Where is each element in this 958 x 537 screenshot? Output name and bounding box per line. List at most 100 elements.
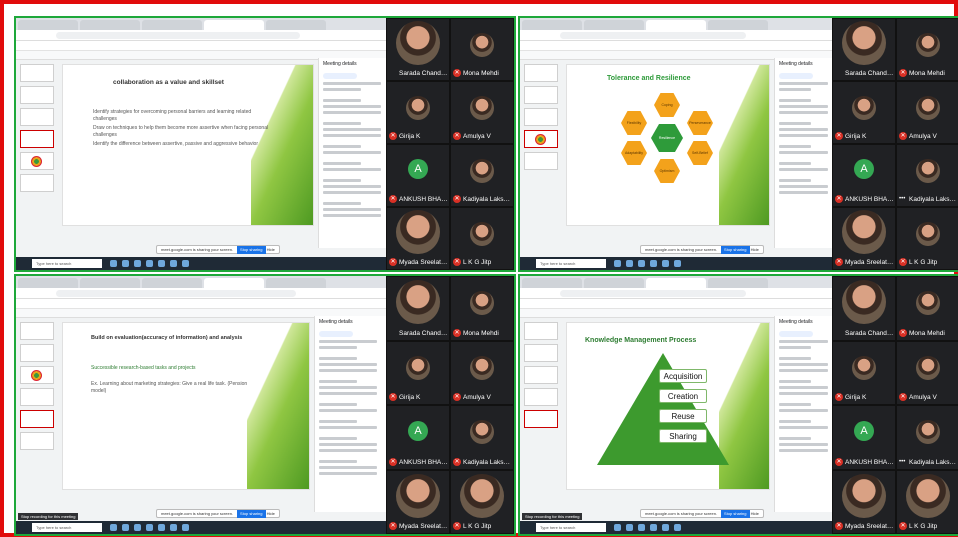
- browser-tab[interactable]: [266, 278, 326, 288]
- participant-tile[interactable]: ✕ L K G Jitp: [450, 207, 514, 270]
- slide-thumbnail[interactable]: [20, 432, 54, 450]
- browser-tab-active[interactable]: [204, 20, 264, 30]
- browser-tab[interactable]: [522, 20, 582, 30]
- participant-tile[interactable]: ✕ L K G Jitp: [450, 469, 514, 534]
- browser-tab[interactable]: [142, 20, 202, 30]
- stop-sharing-button[interactable]: Stop sharing: [237, 246, 266, 254]
- recording-notice[interactable]: Stop recording for this meeting: [18, 513, 79, 520]
- browser-tab[interactable]: [584, 20, 644, 30]
- participant-tile[interactable]: ✕ Kadiyala Laksh...: [450, 405, 514, 470]
- slide-thumbnail[interactable]: [524, 152, 558, 170]
- browser-tab[interactable]: [80, 278, 140, 288]
- video-feed: [396, 21, 440, 66]
- slide-thumbnail[interactable]: [524, 322, 558, 340]
- meeting-details-panel: Meeting details: [318, 58, 390, 248]
- participant-tile[interactable]: ✕ L K G Jitp: [896, 207, 958, 270]
- slide-thumbnail[interactable]: [524, 86, 558, 104]
- more-options-icon[interactable]: •••: [899, 195, 905, 203]
- slide-thumbnail[interactable]: [20, 108, 54, 126]
- panel-tab[interactable]: [779, 331, 813, 337]
- panel-tab[interactable]: [779, 73, 813, 79]
- slide-thumbnail[interactable]: [20, 152, 54, 170]
- participant-tile[interactable]: ✕ Mona Mehdi: [450, 18, 514, 81]
- browser-tab-active[interactable]: [646, 278, 706, 288]
- taskbar-search[interactable]: Type here to search: [536, 523, 606, 532]
- slide-thumbnail[interactable]: [20, 388, 54, 406]
- stop-sharing-button[interactable]: Stop sharing: [721, 510, 750, 518]
- browser-tab[interactable]: [266, 20, 326, 30]
- participant-tile[interactable]: ✕ Myada Sreelatha: [832, 207, 896, 270]
- slide-thumbnail[interactable]: [20, 322, 54, 340]
- participant-tile[interactable]: ✕ Girija K: [386, 81, 450, 144]
- hide-button[interactable]: Hide: [267, 511, 275, 516]
- participant-tile[interactable]: Sarada Chandr...: [832, 18, 896, 81]
- slide-thumbnail[interactable]: [524, 64, 558, 82]
- participant-tile[interactable]: Sarada Chandr...: [832, 276, 896, 341]
- participant-tile[interactable]: ••• Kadiyala Laksh...: [896, 405, 958, 470]
- address-bar[interactable]: [520, 288, 836, 299]
- participant-tile[interactable]: ✕ L K G Jitp: [896, 469, 958, 534]
- slide-thumbnail-selected[interactable]: [524, 130, 558, 148]
- panel-tab[interactable]: [319, 331, 353, 337]
- more-options-icon[interactable]: •••: [899, 458, 905, 466]
- participant-tile[interactable]: Sarada Chandr...: [386, 276, 450, 341]
- browser-tab[interactable]: [584, 278, 644, 288]
- taskbar-search[interactable]: Type here to search: [32, 523, 102, 532]
- participant-tile[interactable]: ✕ Mona Mehdi: [896, 18, 958, 81]
- participant-tile[interactable]: ✕ Girija K: [386, 340, 450, 405]
- participant-tile[interactable]: ✕ Myada Sreelatha: [386, 207, 450, 270]
- participant-tile[interactable]: A ✕ ANKUSH BHAD...: [386, 144, 450, 207]
- participant-tile[interactable]: ✕ Girija K: [832, 340, 896, 405]
- hide-button[interactable]: Hide: [751, 511, 759, 516]
- participant-tile[interactable]: ••• Kadiyala Laksh...: [896, 144, 958, 207]
- panel-tab[interactable]: [323, 73, 357, 79]
- browser-tab[interactable]: [142, 278, 202, 288]
- participant-tile[interactable]: ✕ Amulya V: [896, 340, 958, 405]
- slide-thumbnail[interactable]: [20, 174, 54, 192]
- slide-bullet: Identify strategies for overcoming perso…: [93, 109, 252, 122]
- address-bar[interactable]: [520, 30, 836, 41]
- taskbar-search[interactable]: Type here to search: [32, 259, 102, 268]
- browser-tab[interactable]: [522, 278, 582, 288]
- participant-tile[interactable]: ✕ Girija K: [832, 81, 896, 144]
- participant-tile[interactable]: ✕ Amulya V: [450, 81, 514, 144]
- hide-button[interactable]: Hide: [267, 247, 275, 252]
- slide-thumbnail[interactable]: [524, 108, 558, 126]
- address-bar[interactable]: [16, 30, 390, 41]
- participant-tile[interactable]: ✕ Myada Sreelatha: [386, 469, 450, 534]
- participant-tile[interactable]: ✕ Mona Mehdi: [450, 276, 514, 341]
- slide-thumbnail[interactable]: [20, 64, 54, 82]
- slide-thumbnail[interactable]: [524, 366, 558, 384]
- participant-tile[interactable]: ✕ Mona Mehdi: [896, 276, 958, 341]
- participant-tile[interactable]: ✕ Amulya V: [450, 340, 514, 405]
- browser-tab[interactable]: [708, 20, 768, 30]
- browser-tab[interactable]: [708, 278, 768, 288]
- participant-tile[interactable]: ✕ Amulya V: [896, 81, 958, 144]
- slide-thumbnail[interactable]: [524, 388, 558, 406]
- browser-tab[interactable]: [18, 20, 78, 30]
- participant-tile[interactable]: A ✕ ANKUSH BHAD...: [832, 144, 896, 207]
- browser-tab[interactable]: [80, 20, 140, 30]
- taskbar-search[interactable]: Type here to search: [536, 259, 606, 268]
- slide-thumbnail-selected[interactable]: [524, 410, 558, 428]
- participant-tile[interactable]: ✕ Kadiyala Laksh...: [450, 144, 514, 207]
- participant-tile[interactable]: Sarada Chandr...: [386, 18, 450, 81]
- slide-thumbnail-selected[interactable]: [20, 410, 54, 428]
- slide-thumbnail[interactable]: [20, 366, 54, 384]
- stop-sharing-button[interactable]: Stop sharing: [721, 246, 750, 254]
- browser-tab-active[interactable]: [204, 278, 264, 288]
- slide-thumbnail-selected[interactable]: [20, 130, 54, 148]
- slide-thumbnail[interactable]: [20, 86, 54, 104]
- participant-tile[interactable]: A ✕ ANKUSH BHAD...: [832, 405, 896, 470]
- browser-tab[interactable]: [18, 278, 78, 288]
- participant-tile[interactable]: A ✕ ANKUSH BHAD...: [386, 405, 450, 470]
- address-bar[interactable]: [16, 288, 386, 299]
- slide-thumbnail[interactable]: [20, 344, 54, 362]
- hide-button[interactable]: Hide: [751, 247, 759, 252]
- stop-sharing-button[interactable]: Stop sharing: [237, 510, 266, 518]
- participant-name: ANKUSH BHAD...: [845, 196, 894, 203]
- recording-notice[interactable]: Stop recording for this meeting: [522, 513, 583, 520]
- participant-tile[interactable]: ✕ Myada Sreelatha: [832, 469, 896, 534]
- browser-tab-active[interactable]: [646, 20, 706, 30]
- slide-thumbnail[interactable]: [524, 344, 558, 362]
